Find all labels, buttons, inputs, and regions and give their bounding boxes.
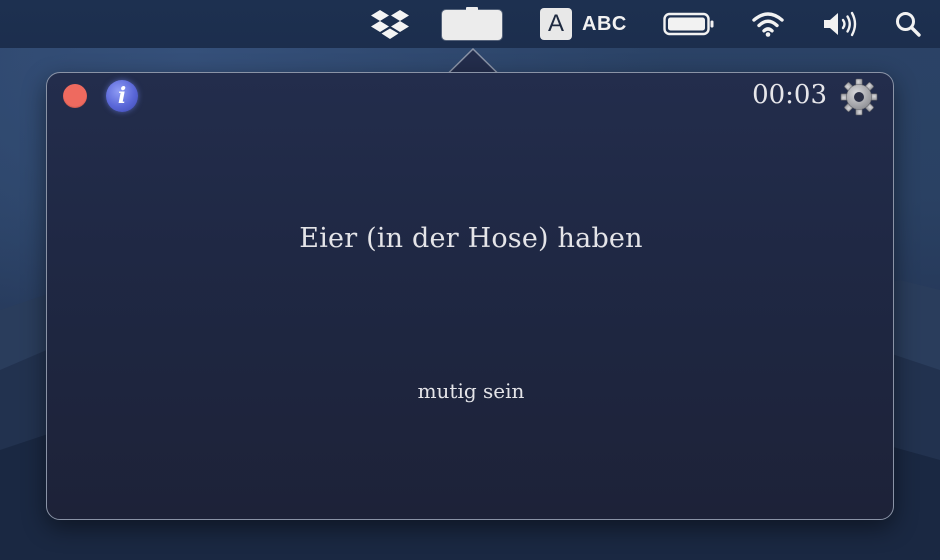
popover-arrow (448, 48, 498, 74)
input-source-label[interactable]: ABC (582, 0, 627, 48)
timer-display: 00:03 (752, 80, 827, 110)
flashcard-definition: mutig sein (417, 379, 525, 403)
app-tray-icon[interactable] (442, 7, 502, 40)
wifi-icon[interactable] (748, 0, 788, 48)
gear-icon[interactable] (839, 77, 879, 117)
flashcard-term: Eier (in der Hose) haben (299, 223, 643, 254)
input-source-icon[interactable]: A (540, 8, 572, 40)
dropbox-icon[interactable] (368, 0, 412, 48)
spotlight-search-icon[interactable] (890, 0, 926, 48)
menu-bar: A ABC (0, 0, 940, 48)
volume-icon[interactable] (818, 0, 862, 48)
close-icon[interactable] (63, 84, 87, 108)
flashcard-popover: i 00:03 Eier (in der Hose) haben mutig s… (46, 72, 894, 520)
battery-icon[interactable] (662, 0, 716, 48)
info-icon[interactable]: i (106, 80, 138, 112)
